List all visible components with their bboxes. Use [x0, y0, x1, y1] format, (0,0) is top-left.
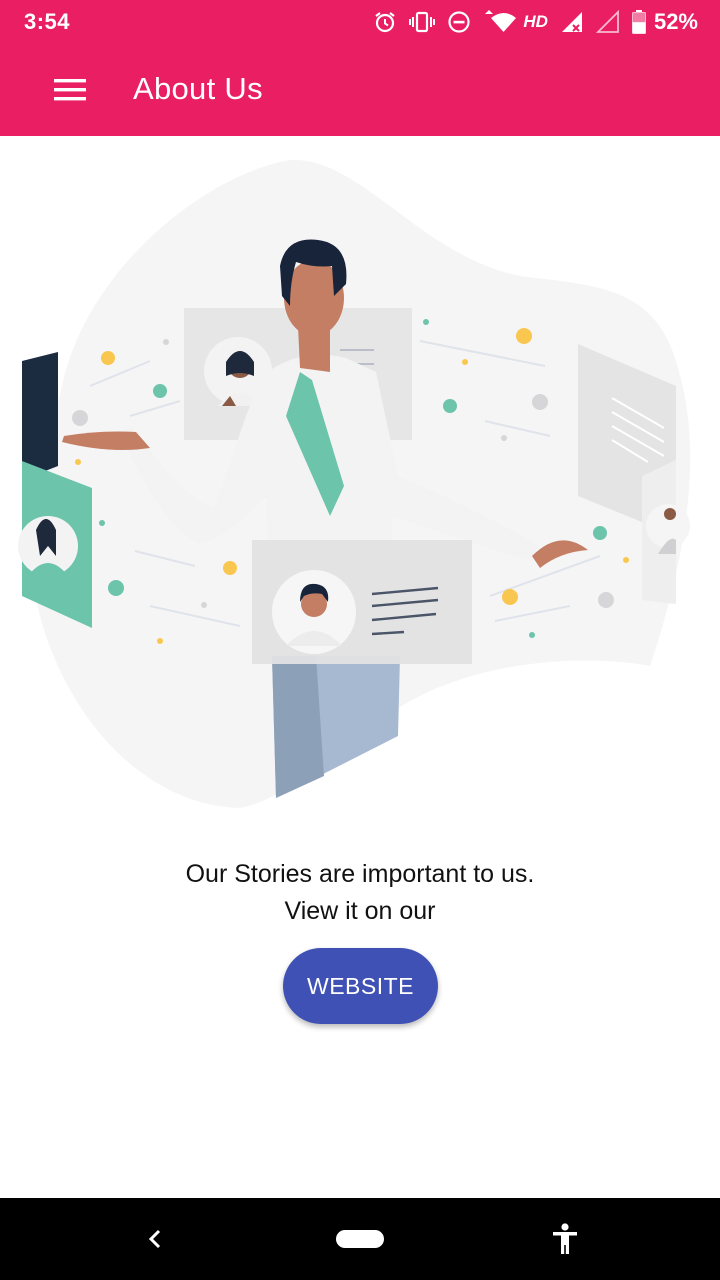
accessibility-button[interactable]: [540, 1214, 590, 1264]
hamburger-menu-button[interactable]: [40, 60, 100, 120]
home-pill-button[interactable]: [336, 1230, 384, 1248]
website-button[interactable]: WEBSITE: [283, 948, 438, 1024]
page-title: About Us: [133, 71, 263, 106]
profile-card-left: [18, 461, 92, 628]
about-us-illustration: [0, 136, 720, 836]
wifi-icon: [483, 10, 517, 34]
app-toolbar: About Us: [0, 44, 720, 136]
profile-card-front: [252, 540, 472, 664]
status-icons: HD 52%: [373, 6, 698, 38]
do-not-disturb-icon: [447, 10, 471, 34]
message-line-1: Our Stories are important to us.: [185, 860, 535, 888]
battery-icon: [631, 10, 646, 34]
back-icon: [148, 1229, 161, 1249]
signal-icon: [560, 10, 584, 34]
status-bar: 3:54 HD 52%: [0, 0, 720, 44]
dark-card-left: [22, 352, 58, 480]
back-button[interactable]: [130, 1214, 180, 1264]
status-time: 3:54: [24, 9, 71, 34]
vibrate-icon: [409, 10, 436, 34]
alarm-icon: [373, 10, 397, 34]
network-type-label: HD: [523, 12, 548, 31]
battery-percent: 52%: [653, 9, 698, 34]
accessibility-icon: [553, 1223, 577, 1254]
system-nav-bar: [0, 1198, 720, 1280]
hamburger-menu-icon: [54, 79, 86, 101]
about-message: Our Stories are important to us. View it…: [0, 856, 720, 930]
signal-empty-icon: [595, 10, 620, 34]
message-line-2: View it on our: [284, 897, 436, 925]
